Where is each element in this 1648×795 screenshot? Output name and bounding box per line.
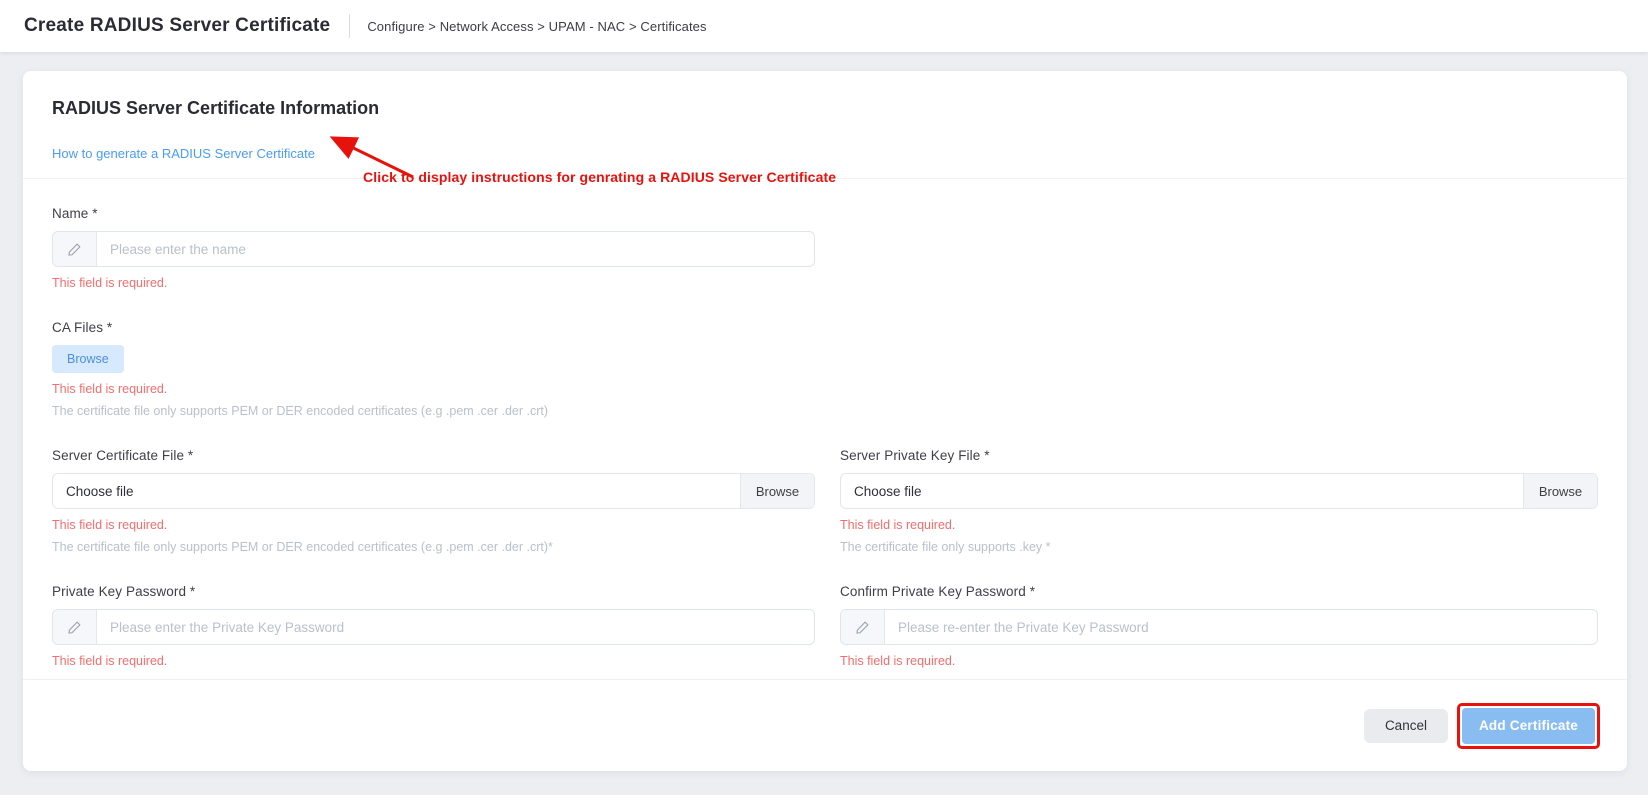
file-fields-row: Server Certificate File * Choose file Br… — [52, 447, 1598, 555]
form-footer: Cancel Add Certificate — [23, 679, 1627, 771]
server-private-key-browse-button[interactable]: Browse — [1523, 474, 1597, 508]
ca-files-label: CA Files * — [52, 319, 1598, 336]
certificate-form-card: RADIUS Server Certificate Information Ho… — [23, 71, 1627, 771]
server-certificate-file-label: Server Certificate File * — [52, 447, 815, 464]
name-error: This field is required. — [52, 276, 1598, 291]
howto-generate-link[interactable]: How to generate a RADIUS Server Certific… — [52, 145, 315, 163]
page-title: Create RADIUS Server Certificate — [24, 15, 330, 37]
confirm-private-key-password-label: Confirm Private Key Password * — [840, 583, 1598, 600]
pencil-icon — [53, 610, 97, 644]
private-key-password-error: This field is required. — [52, 654, 815, 669]
card-heading: RADIUS Server Certificate Information — [52, 97, 1598, 119]
server-private-key-file-value: Choose file — [841, 474, 1523, 508]
private-key-password-input-group — [52, 609, 815, 645]
server-certificate-file-hint: The certificate file only supports PEM o… — [52, 540, 815, 555]
certificate-form: Name * This field is required. CA Files … — [23, 179, 1627, 669]
server-certificate-browse-button[interactable]: Browse — [740, 474, 814, 508]
private-key-password-input[interactable] — [97, 610, 814, 644]
server-private-key-file-label: Server Private Key File * — [840, 447, 1598, 464]
password-fields-row: Private Key Password * This field is req… — [52, 583, 1598, 669]
confirm-private-key-password-field: Confirm Private Key Password * This fiel… — [840, 583, 1598, 669]
server-private-key-file-field: Server Private Key File * Choose file Br… — [840, 447, 1598, 555]
private-key-password-label: Private Key Password * — [52, 583, 815, 600]
add-certificate-button[interactable]: Add Certificate — [1462, 708, 1595, 744]
confirm-private-key-password-input-group — [840, 609, 1598, 645]
server-certificate-file-input[interactable]: Choose file Browse — [52, 473, 815, 509]
name-input-group — [52, 231, 815, 267]
confirm-private-key-password-error: This field is required. — [840, 654, 1598, 669]
cancel-button[interactable]: Cancel — [1364, 709, 1448, 743]
server-certificate-file-value: Choose file — [53, 474, 740, 508]
server-private-key-file-hint: The certificate file only supports .key … — [840, 540, 1598, 555]
breadcrumb[interactable]: Configure > Network Access > UPAM - NAC … — [367, 19, 706, 34]
name-field: Name * This field is required. — [52, 205, 1598, 291]
ca-files-field: CA Files * Browse This field is required… — [52, 319, 1598, 419]
submit-annotation-highlight: Add Certificate — [1457, 703, 1600, 749]
server-private-key-file-input[interactable]: Choose file Browse — [840, 473, 1598, 509]
server-certificate-file-field: Server Certificate File * Choose file Br… — [52, 447, 815, 555]
top-bar: Create RADIUS Server Certificate Configu… — [0, 0, 1648, 52]
server-private-key-file-error: This field is required. — [840, 518, 1598, 533]
pencil-icon — [841, 610, 885, 644]
ca-files-hint: The certificate file only supports PEM o… — [52, 404, 1598, 419]
name-input[interactable] — [97, 232, 814, 266]
private-key-password-field: Private Key Password * This field is req… — [52, 583, 815, 669]
server-certificate-file-error: This field is required. — [52, 518, 815, 533]
ca-files-browse-button[interactable]: Browse — [52, 345, 124, 373]
title-breadcrumb-divider — [349, 14, 350, 38]
ca-files-error: This field is required. — [52, 382, 1598, 397]
confirm-private-key-password-input[interactable] — [885, 610, 1597, 644]
card-header: RADIUS Server Certificate Information Ho… — [23, 71, 1627, 179]
name-label: Name * — [52, 205, 1598, 222]
annotation-text: Click to display instructions for genrat… — [363, 169, 836, 185]
pencil-icon — [53, 232, 97, 266]
